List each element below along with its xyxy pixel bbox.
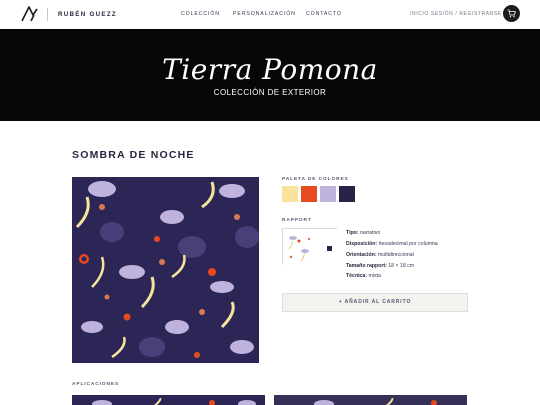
menu-item-contacto[interactable]: CONTACTO <box>306 11 342 17</box>
collection-title: Tierra Pomona <box>162 53 378 86</box>
application-artwork-2 <box>274 397 467 405</box>
color-swatch-yellow[interactable] <box>282 186 298 202</box>
rg-logo-icon[interactable] <box>21 6 39 22</box>
menu-item-personalizacion[interactable]: PERSONALIZACIÓN <box>233 11 296 17</box>
shopping-cart-icon <box>507 9 516 18</box>
palette-label: PALETA DE COLORES <box>282 177 349 182</box>
spec-orientation: Orientación: multidireccional <box>346 252 414 258</box>
nav-divider <box>47 8 48 21</box>
rapport-preview <box>283 229 338 266</box>
top-navigation: RUBÉN GUEZZ COLECCIÓN PERSONALIZACIÓN CO… <box>0 0 540 29</box>
rapport-label: RAPPORT <box>282 218 312 223</box>
application-artwork-1 <box>72 397 265 405</box>
cart-button[interactable] <box>503 5 520 22</box>
brand-name[interactable]: RUBÉN GUEZZ <box>58 11 117 18</box>
product-title: SOMBRA DE NOCHE <box>72 149 195 161</box>
add-to-cart-button[interactable]: + AÑADIR AL CARRITO <box>282 293 468 312</box>
color-swatch-navy[interactable] <box>339 186 355 202</box>
rapport-thumbnail[interactable] <box>282 228 338 266</box>
collection-subtitle: COLECCIÓN DE EXTERIOR <box>213 88 327 97</box>
application-image-2[interactable] <box>274 395 467 405</box>
color-swatch-lavender[interactable] <box>320 186 336 202</box>
application-image-1[interactable] <box>72 395 265 405</box>
pattern-artwork <box>72 177 259 363</box>
hero-banner: Tierra Pomona COLECCIÓN DE EXTERIOR <box>0 29 540 121</box>
login-register-link[interactable]: INICIO SESIÓN / REGISTRARSE <box>410 11 502 17</box>
menu-item-coleccion[interactable]: COLECCIÓN <box>181 11 220 17</box>
applications-label: APLICACIONES <box>72 382 120 387</box>
spec-rapport-size: Tamaño rapport: 18 × 18 cm <box>346 263 415 269</box>
spec-technique: Técnica: mixta <box>346 273 381 279</box>
spec-layout: Disposición: hexadecimal por columna <box>346 241 438 247</box>
pattern-image[interactable] <box>72 177 259 363</box>
spec-type: Tipo: narrativo <box>346 230 381 236</box>
color-swatch-orange[interactable] <box>301 186 317 202</box>
